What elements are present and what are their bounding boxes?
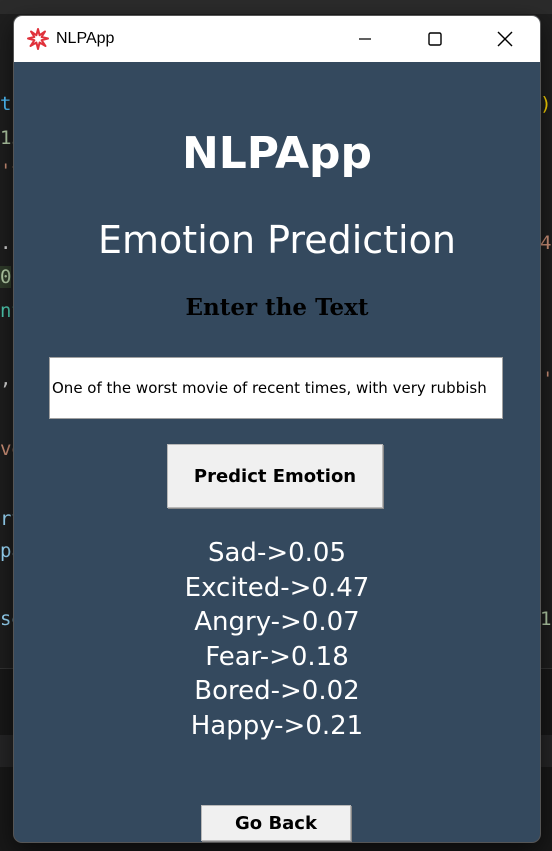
maximize-icon [428,32,442,46]
editor-topbar [0,0,552,14]
window-title: NLPApp [56,30,115,47]
result-sad: Sad->0.05 [208,538,346,568]
predict-emotion-button[interactable]: Predict Emotion [167,444,383,508]
app-title: NLPApp [181,128,373,179]
code-fragment: 1 [540,608,552,630]
close-button[interactable] [470,16,540,62]
go-back-button[interactable]: Go Back [201,805,351,841]
input-label: Enter the Text [185,294,369,321]
spark-icon [27,28,49,50]
code-fragment: 49 [540,232,552,254]
close-icon [497,31,513,47]
result-happy: Happy->0.21 [190,710,364,741]
page-heading: Emotion Prediction [98,218,456,262]
minimize-icon [359,38,371,40]
code-fragment: t [0,93,12,115]
code-fragment: 0 [0,266,12,288]
result-angry: Angry->0.07 [194,607,360,637]
maximize-button[interactable] [400,16,470,62]
code-fragment: ' [542,368,552,390]
window-controls [330,16,540,62]
result-fear: Fear->0.18 [205,641,349,672]
app-content: NLPApp Emotion Prediction Enter the Text… [14,62,540,842]
results-list: Sad->0.05 Excited->0.47 Angry->0.07 Fear… [14,536,540,743]
code-fragment: , [0,368,12,390]
code-fragment: ) [540,93,552,115]
app-window: NLPApp NLPApp Emotion Prediction Enter t… [14,16,540,842]
result-excited: Excited->0.47 [184,572,370,603]
title-bar[interactable]: NLPApp [14,16,540,62]
text-input[interactable] [49,357,503,419]
result-bored: Bored->0.02 [194,676,360,706]
minimize-button[interactable] [330,16,400,62]
